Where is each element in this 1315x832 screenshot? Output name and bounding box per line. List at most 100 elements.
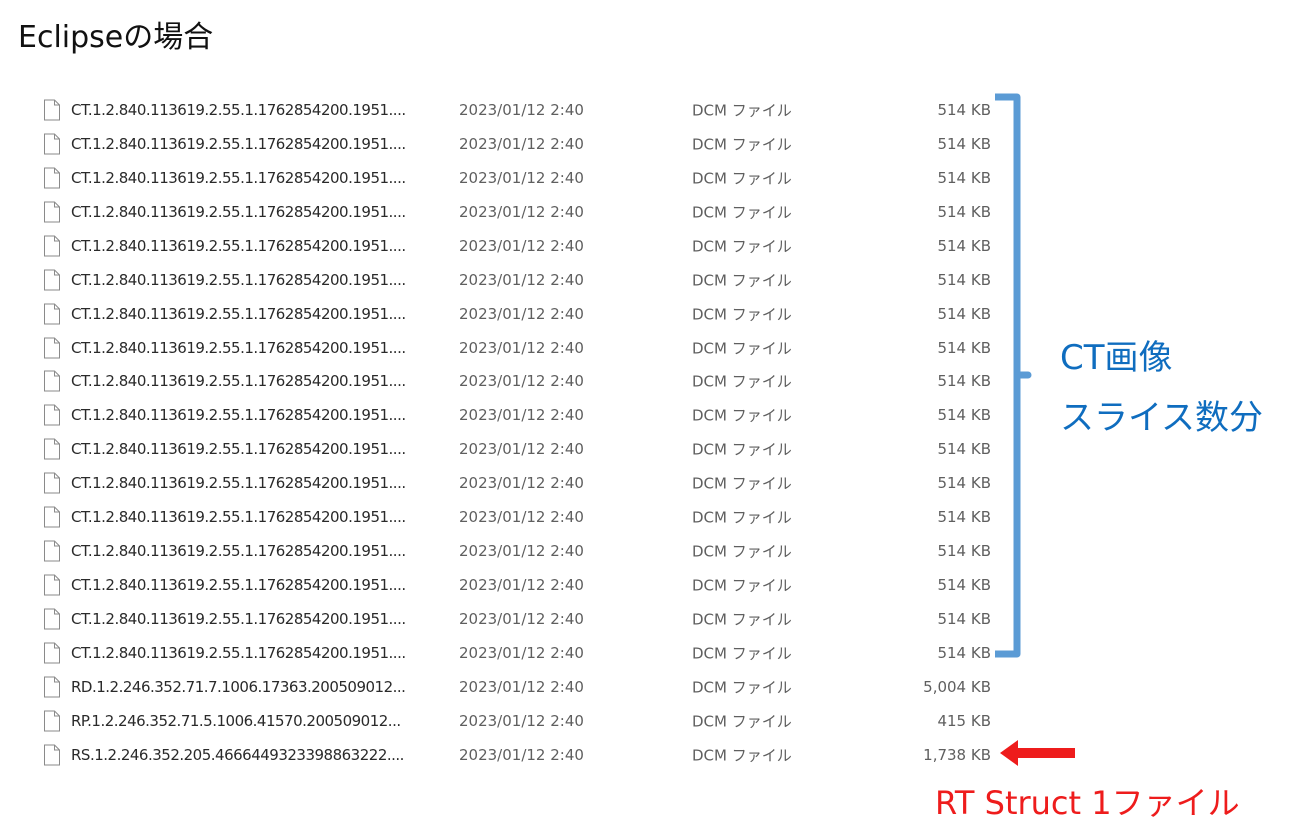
file-icon: [44, 438, 60, 460]
file-name: CT.1.2.840.113619.2.55.1.1762854200.1951…: [71, 168, 406, 187]
file-icon: [44, 235, 60, 257]
page-title: Eclipseの場合: [18, 20, 214, 55]
file-icon: [44, 506, 60, 528]
file-type: DCM ファイル: [692, 610, 792, 629]
file-row[interactable]: CT.1.2.840.113619.2.55.1.1762854200.1951…: [40, 534, 1000, 568]
file-icon: [44, 133, 60, 155]
arrow-shape: [1000, 740, 1075, 766]
file-type: DCM ファイル: [692, 101, 792, 120]
file-icon: [44, 269, 60, 291]
file-row[interactable]: CT.1.2.840.113619.2.55.1.1762854200.1951…: [40, 602, 1000, 636]
file-size: 514 KB: [937, 576, 991, 595]
file-date: 2023/01/12 2:40: [459, 542, 584, 561]
file-row[interactable]: CT.1.2.840.113619.2.55.1.1762854200.1951…: [40, 636, 1000, 670]
file-row[interactable]: CT.1.2.840.113619.2.55.1.1762854200.1951…: [40, 466, 1000, 500]
file-date: 2023/01/12 2:40: [459, 576, 584, 595]
file-size: 514 KB: [937, 508, 991, 527]
file-size: 514 KB: [937, 202, 991, 221]
file-type: DCM ファイル: [692, 339, 792, 358]
file-row[interactable]: CT.1.2.840.113619.2.55.1.1762854200.1951…: [40, 568, 1000, 602]
file-name: CT.1.2.840.113619.2.55.1.1762854200.1951…: [71, 236, 406, 255]
file-name: RD.1.2.246.352.71.7.1006.17363.200509012…: [71, 677, 406, 696]
file-type: DCM ファイル: [692, 576, 792, 595]
file-type: DCM ファイル: [692, 305, 792, 324]
file-date: 2023/01/12 2:40: [459, 677, 584, 696]
file-icon: [44, 404, 60, 426]
file-row[interactable]: RD.1.2.246.352.71.7.1006.17363.200509012…: [40, 670, 1000, 704]
file-name: CT.1.2.840.113619.2.55.1.1762854200.1951…: [71, 440, 406, 459]
file-name: CT.1.2.840.113619.2.55.1.1762854200.1951…: [71, 202, 406, 221]
file-row[interactable]: RP.1.2.246.352.71.5.1006.41570.200509012…: [40, 704, 1000, 738]
file-icon: [44, 744, 60, 766]
file-type: DCM ファイル: [692, 542, 792, 561]
file-name: RS.1.2.246.352.205.4666449323398863222..…: [71, 745, 404, 764]
file-icon: [44, 608, 60, 630]
file-icon: [44, 472, 60, 494]
file-date: 2023/01/12 2:40: [459, 643, 584, 662]
file-row[interactable]: CT.1.2.840.113619.2.55.1.1762854200.1951…: [40, 263, 1000, 297]
file-date: 2023/01/12 2:40: [459, 202, 584, 221]
file-icon: [44, 574, 60, 596]
file-row[interactable]: CT.1.2.840.113619.2.55.1.1762854200.1951…: [40, 93, 1000, 127]
file-size: 514 KB: [937, 406, 991, 425]
file-size: 514 KB: [937, 643, 991, 662]
file-name: CT.1.2.840.113619.2.55.1.1762854200.1951…: [71, 406, 406, 425]
file-name: CT.1.2.840.113619.2.55.1.1762854200.1951…: [71, 372, 406, 391]
file-size: 514 KB: [937, 100, 991, 119]
file-type: DCM ファイル: [692, 508, 792, 527]
file-name: CT.1.2.840.113619.2.55.1.1762854200.1951…: [71, 610, 406, 629]
file-row[interactable]: CT.1.2.840.113619.2.55.1.1762854200.1951…: [40, 365, 1000, 399]
file-size: 514 KB: [937, 474, 991, 493]
file-row[interactable]: CT.1.2.840.113619.2.55.1.1762854200.1951…: [40, 432, 1000, 466]
file-row[interactable]: CT.1.2.840.113619.2.55.1.1762854200.1951…: [40, 398, 1000, 432]
file-size: 514 KB: [937, 440, 991, 459]
bracket-icon: [995, 93, 1032, 658]
file-name: CT.1.2.840.113619.2.55.1.1762854200.1951…: [71, 338, 406, 357]
file-name: CT.1.2.840.113619.2.55.1.1762854200.1951…: [71, 508, 406, 527]
file-name: RP.1.2.246.352.71.5.1006.41570.200509012…: [71, 711, 401, 730]
file-list: CT.1.2.840.113619.2.55.1.1762854200.1951…: [40, 93, 1000, 772]
file-type: DCM ファイル: [692, 746, 792, 765]
file-size: 514 KB: [937, 236, 991, 255]
file-type: DCM ファイル: [692, 474, 792, 493]
file-row[interactable]: CT.1.2.840.113619.2.55.1.1762854200.1951…: [40, 127, 1000, 161]
file-icon: [44, 337, 60, 359]
file-name: CT.1.2.840.113619.2.55.1.1762854200.1951…: [71, 576, 406, 595]
file-row[interactable]: CT.1.2.840.113619.2.55.1.1762854200.1951…: [40, 297, 1000, 331]
ct-image-label: CT画像: [1060, 338, 1173, 378]
file-type: DCM ファイル: [692, 372, 792, 391]
file-icon: [44, 676, 60, 698]
file-size: 514 KB: [937, 270, 991, 289]
file-date: 2023/01/12 2:40: [459, 134, 584, 153]
file-date: 2023/01/12 2:40: [459, 338, 584, 357]
file-type: DCM ファイル: [692, 440, 792, 459]
file-row[interactable]: CT.1.2.840.113619.2.55.1.1762854200.1951…: [40, 161, 1000, 195]
rt-struct-label: RT Struct 1ファイル: [935, 784, 1240, 822]
file-size: 1,738 KB: [923, 745, 991, 764]
file-date: 2023/01/12 2:40: [459, 440, 584, 459]
file-row[interactable]: CT.1.2.840.113619.2.55.1.1762854200.1951…: [40, 331, 1000, 365]
file-type: DCM ファイル: [692, 406, 792, 425]
file-icon: [44, 370, 60, 392]
file-icon: [44, 99, 60, 121]
file-date: 2023/01/12 2:40: [459, 372, 584, 391]
file-name: CT.1.2.840.113619.2.55.1.1762854200.1951…: [71, 474, 406, 493]
file-size: 514 KB: [937, 372, 991, 391]
file-size: 514 KB: [937, 304, 991, 323]
file-row[interactable]: CT.1.2.840.113619.2.55.1.1762854200.1951…: [40, 229, 1000, 263]
file-name: CT.1.2.840.113619.2.55.1.1762854200.1951…: [71, 643, 406, 662]
file-icon: [44, 201, 60, 223]
file-name: CT.1.2.840.113619.2.55.1.1762854200.1951…: [71, 304, 406, 323]
file-icon: [44, 710, 60, 732]
file-name: CT.1.2.840.113619.2.55.1.1762854200.1951…: [71, 134, 406, 153]
file-size: 514 KB: [937, 610, 991, 629]
file-size: 415 KB: [937, 711, 991, 730]
file-row[interactable]: RS.1.2.246.352.205.4666449323398863222..…: [40, 738, 1000, 772]
file-name: CT.1.2.840.113619.2.55.1.1762854200.1951…: [71, 542, 406, 561]
file-row[interactable]: CT.1.2.840.113619.2.55.1.1762854200.1951…: [40, 500, 1000, 534]
file-type: DCM ファイル: [692, 135, 792, 154]
file-row[interactable]: CT.1.2.840.113619.2.55.1.1762854200.1951…: [40, 195, 1000, 229]
file-date: 2023/01/12 2:40: [459, 304, 584, 323]
file-type: DCM ファイル: [692, 271, 792, 290]
file-date: 2023/01/12 2:40: [459, 406, 584, 425]
